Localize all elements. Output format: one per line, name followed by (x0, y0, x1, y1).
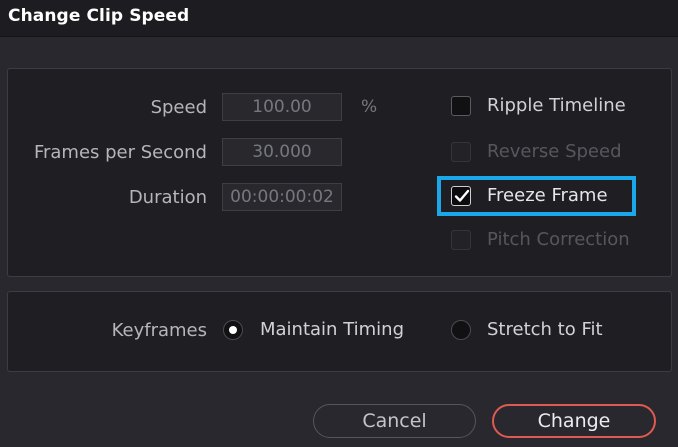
speed-unit: % (361, 97, 378, 117)
ripple-timeline-checkbox[interactable] (451, 96, 471, 116)
speed-label: Speed (150, 97, 207, 118)
maintain-timing-radio[interactable] (223, 320, 243, 340)
ripple-timeline-label[interactable]: Ripple Timeline (487, 95, 626, 116)
maintain-timing-label[interactable]: Maintain Timing (260, 319, 404, 340)
freeze-frame-checkbox[interactable] (451, 186, 471, 206)
fps-input[interactable]: 30.000 (222, 138, 342, 166)
reverse-speed-checkbox (451, 142, 471, 162)
reverse-speed-label: Reverse Speed (487, 141, 622, 162)
checkmark-icon (454, 189, 470, 202)
stretch-to-fit-radio[interactable] (451, 320, 471, 340)
cancel-button[interactable]: Cancel (313, 404, 476, 438)
pitch-correction-checkbox (451, 230, 471, 250)
freeze-frame-label[interactable]: Freeze Frame (487, 185, 608, 206)
keyframes-label: Keyframes (111, 320, 207, 341)
stretch-to-fit-label[interactable]: Stretch to Fit (487, 319, 603, 340)
dialog-title: Change Clip Speed (8, 6, 190, 26)
change-button[interactable]: Change (492, 404, 656, 438)
duration-label: Duration (128, 187, 207, 208)
fps-label: Frames per Second (33, 142, 207, 163)
title-bar: Change Clip Speed (0, 0, 678, 37)
duration-input[interactable]: 00:00:00:02 (222, 183, 342, 211)
pitch-correction-label: Pitch Correction (487, 229, 630, 250)
speed-input[interactable]: 100.00 (222, 93, 342, 121)
